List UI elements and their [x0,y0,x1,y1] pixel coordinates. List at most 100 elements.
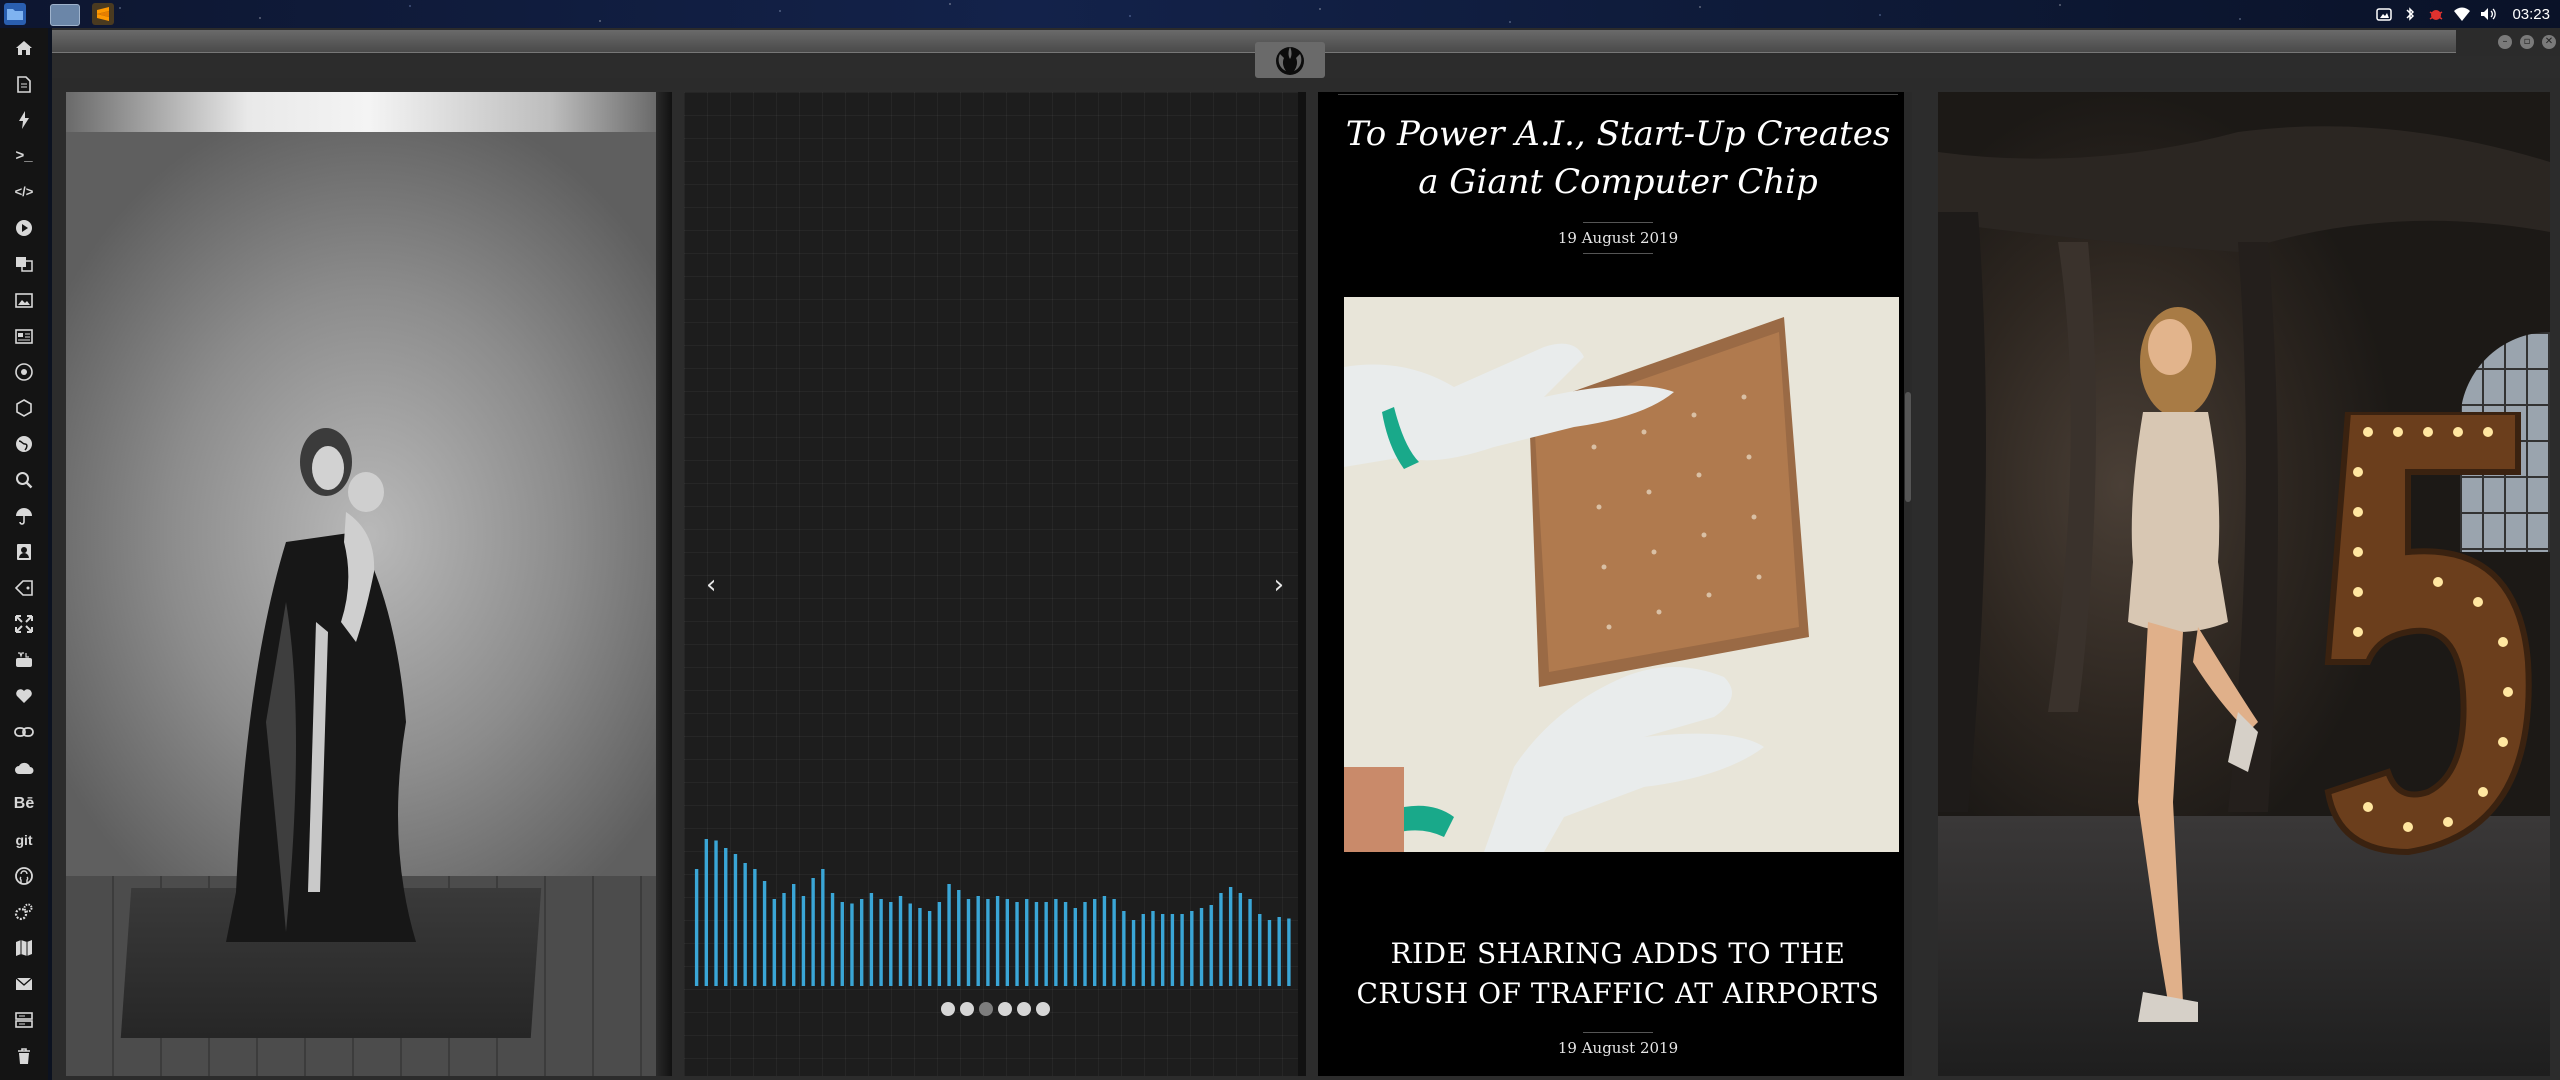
trash-icon[interactable] [14,1046,34,1066]
spectrum-bar [762,881,767,986]
cogs-icon[interactable] [14,902,34,922]
studio-ceiling [66,92,672,132]
play-icon[interactable] [14,218,34,238]
contact-icon[interactable] [14,542,34,562]
carousel-dot[interactable] [940,1002,955,1016]
minimize-button[interactable]: – [2498,35,2512,49]
bug-icon[interactable] [2428,6,2444,22]
spectrum-bar [1238,893,1243,986]
globe-icon[interactable] [14,434,34,454]
terminal-icon[interactable]: >_ [14,146,34,166]
volume-icon[interactable] [2480,6,2497,22]
spectrum-bar [1112,899,1116,986]
carousel-next-button[interactable]: › [1274,570,1284,600]
file-manager-launcher[interactable] [4,3,26,25]
server-icon[interactable] [14,1010,34,1030]
spectrum-bar [1073,908,1077,986]
bluetooth-icon[interactable] [2402,6,2418,22]
spectrum-bar [1190,911,1194,986]
spectrum-bar [1151,911,1155,986]
hexagon-icon[interactable] [14,398,34,418]
article-date-block: 19 August 2019 [1338,222,1898,254]
rebel-alliance-icon[interactable] [1255,42,1325,78]
spectrum-bar [1122,911,1126,986]
heart-icon[interactable] [14,686,34,706]
carousel-pagination [684,1002,1306,1016]
spectrum-bar [753,869,757,986]
article-title[interactable]: To Power A.I., Start-Up Creates a Giant … [1338,110,1898,206]
window-thumbnail[interactable] [50,4,80,26]
carousel-dot[interactable] [978,1002,993,1016]
spectrum-bar [704,839,709,986]
translate-icon[interactable] [14,254,34,274]
spectrum-bar [908,903,912,986]
article-title[interactable]: RIDE SHARING ADDS TO THE CRUSH OF TRAFFI… [1338,934,1898,1014]
mail-icon[interactable] [14,974,34,994]
carousel-dot[interactable] [959,1002,974,1016]
spectrum-bar [1083,902,1087,986]
panel-scrollbar[interactable] [1298,92,1306,1076]
spectrum-bar [1102,896,1107,986]
wifi-icon[interactable] [2454,6,2471,22]
article-image-chip[interactable] [1344,297,1899,852]
article-date: 19 August 2019 [1557,1039,1679,1057]
article-date: 19 August 2019 [1557,229,1679,247]
spectrum-bar [927,911,932,986]
map-icon[interactable] [14,938,34,958]
cloud-icon[interactable] [14,758,34,778]
carousel-dot[interactable] [1016,1002,1031,1016]
search-icon[interactable] [14,470,34,490]
maximize-button[interactable]: ▫ [2520,35,2534,49]
spectrum-bar [957,890,961,986]
github-icon[interactable] [14,866,34,886]
spectrum-bar [782,893,786,986]
carousel-prev-button[interactable]: ‹ [706,570,716,600]
spectrum-bar [724,848,728,986]
react-icon[interactable] [14,362,34,382]
sublime-text-launcher[interactable] [92,3,114,25]
spectrum-bar [1063,902,1068,986]
spectrum-bar [1093,899,1097,986]
clock[interactable]: 03:23 [2512,6,2550,23]
panel-scrollbar[interactable] [1904,92,1912,1076]
scrollbar-thumb[interactable] [1905,392,1911,502]
newspaper-icon[interactable] [14,326,34,346]
umbrella-icon[interactable] [14,506,34,526]
document-icon[interactable] [14,74,34,94]
behance-icon[interactable]: Bē [14,794,34,814]
code-icon[interactable]: </> [14,182,34,202]
article-date-block: 19 August 2019 [1338,1032,1898,1063]
home-icon[interactable] [14,38,34,58]
carousel-dot[interactable] [1035,1002,1050,1016]
link-icon[interactable] [14,722,34,742]
spectrum-bar [714,840,718,986]
spectrum-bar [1258,914,1262,986]
spectrum-bar [811,878,815,986]
carousel-dot[interactable] [997,1002,1012,1016]
spectrum-bar [947,884,951,986]
youtube-icon[interactable] [14,650,34,670]
lightning-icon[interactable] [14,110,34,130]
spectrum-bar [1199,908,1204,986]
gloved-hands-holding-chip [1344,297,1899,852]
spectrum-bar [1034,902,1039,986]
spectrum-bar [1005,899,1010,986]
spectrum-bar [1277,917,1281,986]
spectrum-bar [1160,914,1165,986]
close-button[interactable]: ✕ [2542,35,2556,49]
system-tray: 03:23 [2376,0,2560,28]
mother-and-child-figure [226,428,416,942]
spectrum-bar [840,902,844,986]
toolbar-strip [52,78,2560,90]
screenshot-icon[interactable] [2376,6,2393,22]
fashion-photo-panel [1938,92,2550,1076]
address-bar[interactable] [52,30,2456,53]
image-icon[interactable] [14,290,34,310]
spectrum-bar [830,893,835,986]
git-icon[interactable]: git [14,830,34,850]
spectrum-bar [1170,914,1175,986]
tag-icon[interactable] [14,578,34,598]
spectrum-bar [918,908,922,986]
expand-icon[interactable] [14,614,34,634]
spectrum-bar [1025,899,1029,986]
